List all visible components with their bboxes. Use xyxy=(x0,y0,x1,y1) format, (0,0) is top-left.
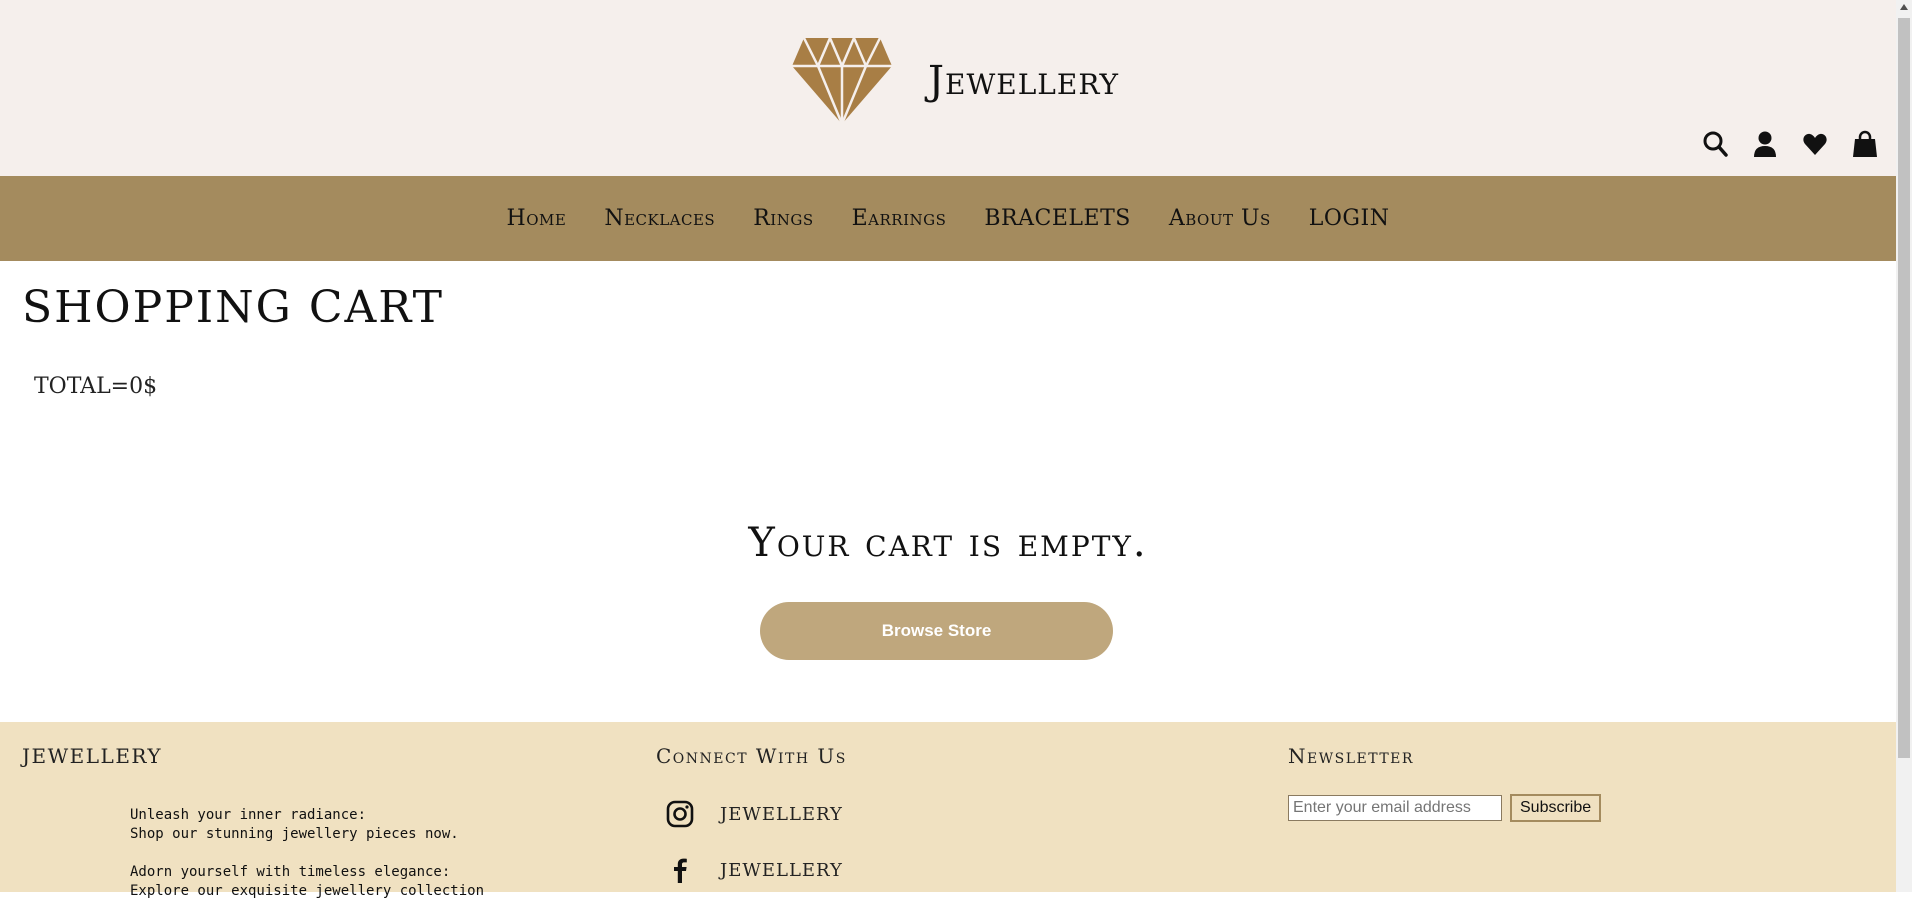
facebook-icon xyxy=(674,858,687,883)
scroll-up-arrow-icon[interactable] xyxy=(1900,4,1908,10)
nav-item-rings[interactable]: Rings xyxy=(753,206,813,231)
footer-newsletter-title: Newsletter xyxy=(1288,744,1414,768)
nav-item-about-us[interactable]: About Us xyxy=(1169,206,1271,231)
main-nav: Home Necklaces Rings Earrings BRACELETS … xyxy=(0,176,1896,261)
nav-item-login[interactable]: LOGIN xyxy=(1309,206,1390,231)
footer-brand-title: JEWELLERY xyxy=(22,744,163,768)
cart-total: TOTAL=0$ xyxy=(34,374,158,399)
logo[interactable]: Jewellery xyxy=(790,36,1119,126)
social-link-instagram[interactable]: JEWELLERY xyxy=(666,800,843,828)
facebook-label: JEWELLERY xyxy=(720,859,843,881)
page-title: SHOPPING CART xyxy=(22,282,444,333)
footer-connect-title: Connect With Us xyxy=(656,744,847,768)
nav-item-necklaces[interactable]: Necklaces xyxy=(604,206,715,231)
nav-item-earrings[interactable]: Earrings xyxy=(852,206,947,231)
footer-tagline: Unleash your inner radiance: Shop our st… xyxy=(130,807,485,899)
heart-icon[interactable] xyxy=(1802,130,1828,158)
diamond-logo-icon xyxy=(792,37,892,125)
user-icon[interactable] xyxy=(1752,130,1778,158)
browse-store-button[interactable]: Browse Store xyxy=(760,602,1113,660)
footer: JEWELLERY Connect With Us Newsletter Unl… xyxy=(0,722,1896,899)
search-icon[interactable] xyxy=(1702,130,1728,158)
bag-icon[interactable] xyxy=(1852,130,1878,158)
empty-cart-message: Your cart is empty. xyxy=(748,520,1148,566)
instagram-icon xyxy=(666,800,694,828)
header-icons xyxy=(1702,130,1878,158)
brand-name: Jewellery xyxy=(928,58,1120,104)
instagram-label: JEWELLERY xyxy=(720,803,843,825)
social-link-facebook[interactable]: JEWELLERY xyxy=(666,856,843,884)
email-input[interactable] xyxy=(1288,795,1502,821)
scrollbar-thumb[interactable] xyxy=(1898,18,1910,758)
subscribe-button[interactable]: Subscribe xyxy=(1510,794,1602,822)
nav-item-home[interactable]: Home xyxy=(507,206,567,231)
newsletter-form: Subscribe xyxy=(1288,794,1602,822)
top-header: Jewellery xyxy=(0,0,1896,176)
page-scrollbar[interactable] xyxy=(1896,0,1912,892)
nav-item-bracelets[interactable]: BRACELETS xyxy=(984,206,1130,231)
